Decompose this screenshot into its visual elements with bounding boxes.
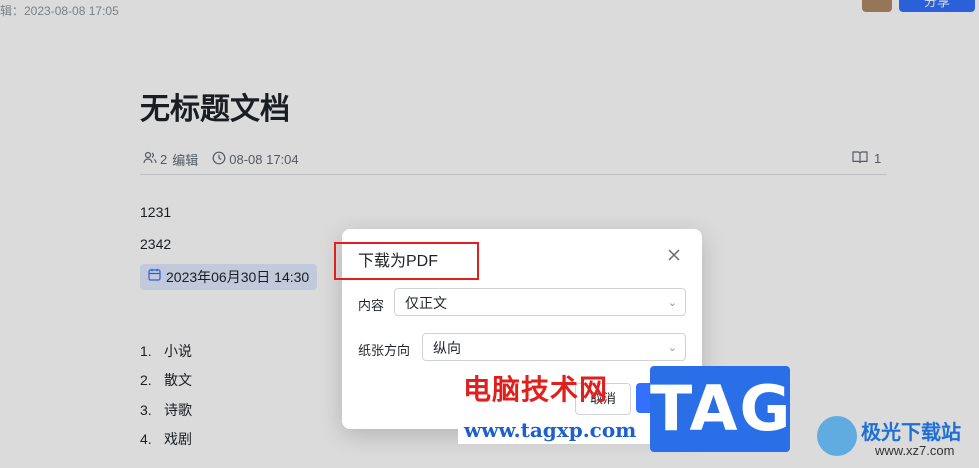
- title-highlight-box: [334, 242, 479, 280]
- orientation-label: 纸张方向: [358, 343, 411, 358]
- watermark-tag-logo: TAG: [650, 366, 790, 452]
- orientation-select[interactable]: 纵向 ⌄: [422, 333, 686, 361]
- chevron-down-icon: ⌄: [667, 297, 677, 309]
- site-url: www.xz7.com: [875, 443, 955, 458]
- content-select[interactable]: 仅正文 ⌄: [394, 288, 686, 316]
- site-logo-icon: [817, 416, 857, 456]
- orientation-select-value: 纵向: [433, 340, 461, 356]
- close-icon[interactable]: [664, 246, 684, 266]
- chevron-down-icon: ⌄: [667, 342, 677, 354]
- watermark-text: 电脑技术网: [463, 373, 609, 406]
- site-name: 极光下载站: [861, 420, 961, 444]
- watermark-url: www.tagxp.com: [458, 416, 658, 444]
- watermark-site: 极光下载站 www.xz7.com: [815, 412, 979, 468]
- content-label: 内容: [358, 298, 385, 313]
- content-select-value: 仅正文: [405, 295, 447, 311]
